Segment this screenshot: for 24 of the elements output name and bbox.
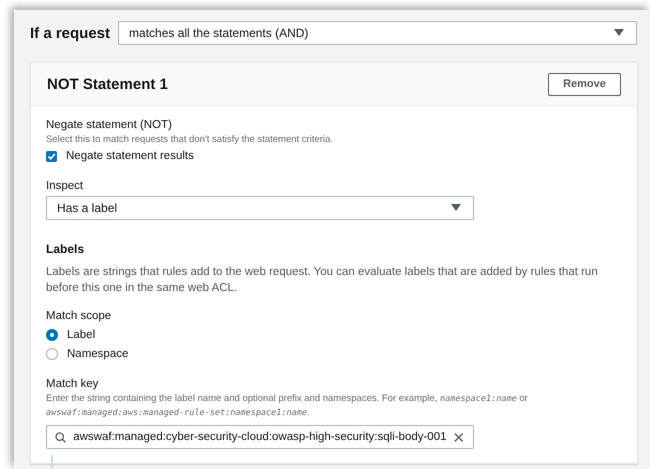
checkbox[interactable] [46,150,57,162]
radio-label: Label [67,329,96,341]
clear-icon[interactable] [454,432,463,442]
field-label: Match scope [46,310,112,322]
radio-button[interactable] [46,348,58,360]
section-description: Labels are strings that rules add to the web request. You can evaluate labels that are added by rules that run before this one in the same web ACL. [46,265,599,296]
statement-title: NOT Statement 1 [47,76,168,92]
caret-down-icon [614,29,624,37]
field-label: Match key [46,378,100,390]
section-heading: Labels [46,242,86,256]
field-label: Negate statement (NOT) [46,119,173,131]
inspect-dropdown[interactable]: Has a label [46,196,474,220]
caret-down-icon [451,204,461,212]
field-description: Select this to match requests that don't satisfy the statement criteria. [46,133,334,146]
condition-label: If a request [30,24,110,42]
checkbox-label: Negate statement results [66,150,194,162]
remove-button[interactable]: Remove [548,72,621,96]
radio-button[interactable] [46,329,58,341]
radio-label: Namespace [67,348,128,360]
condition-dropdown[interactable]: matches all the statements (AND) [118,21,637,45]
field-description: Enter the string containing the label name and optional prefix and namespaces. For example, namespace1:name or awswaf:managed:aws:managed-rule-set:namespace1:name. [46,392,529,420]
search-icon [55,430,66,444]
search-field[interactable]: awswaf:managed:cyber-security-cloud:owasp-high-security:sqli-body-001 [46,425,474,449]
field-label: Inspect [46,180,84,192]
